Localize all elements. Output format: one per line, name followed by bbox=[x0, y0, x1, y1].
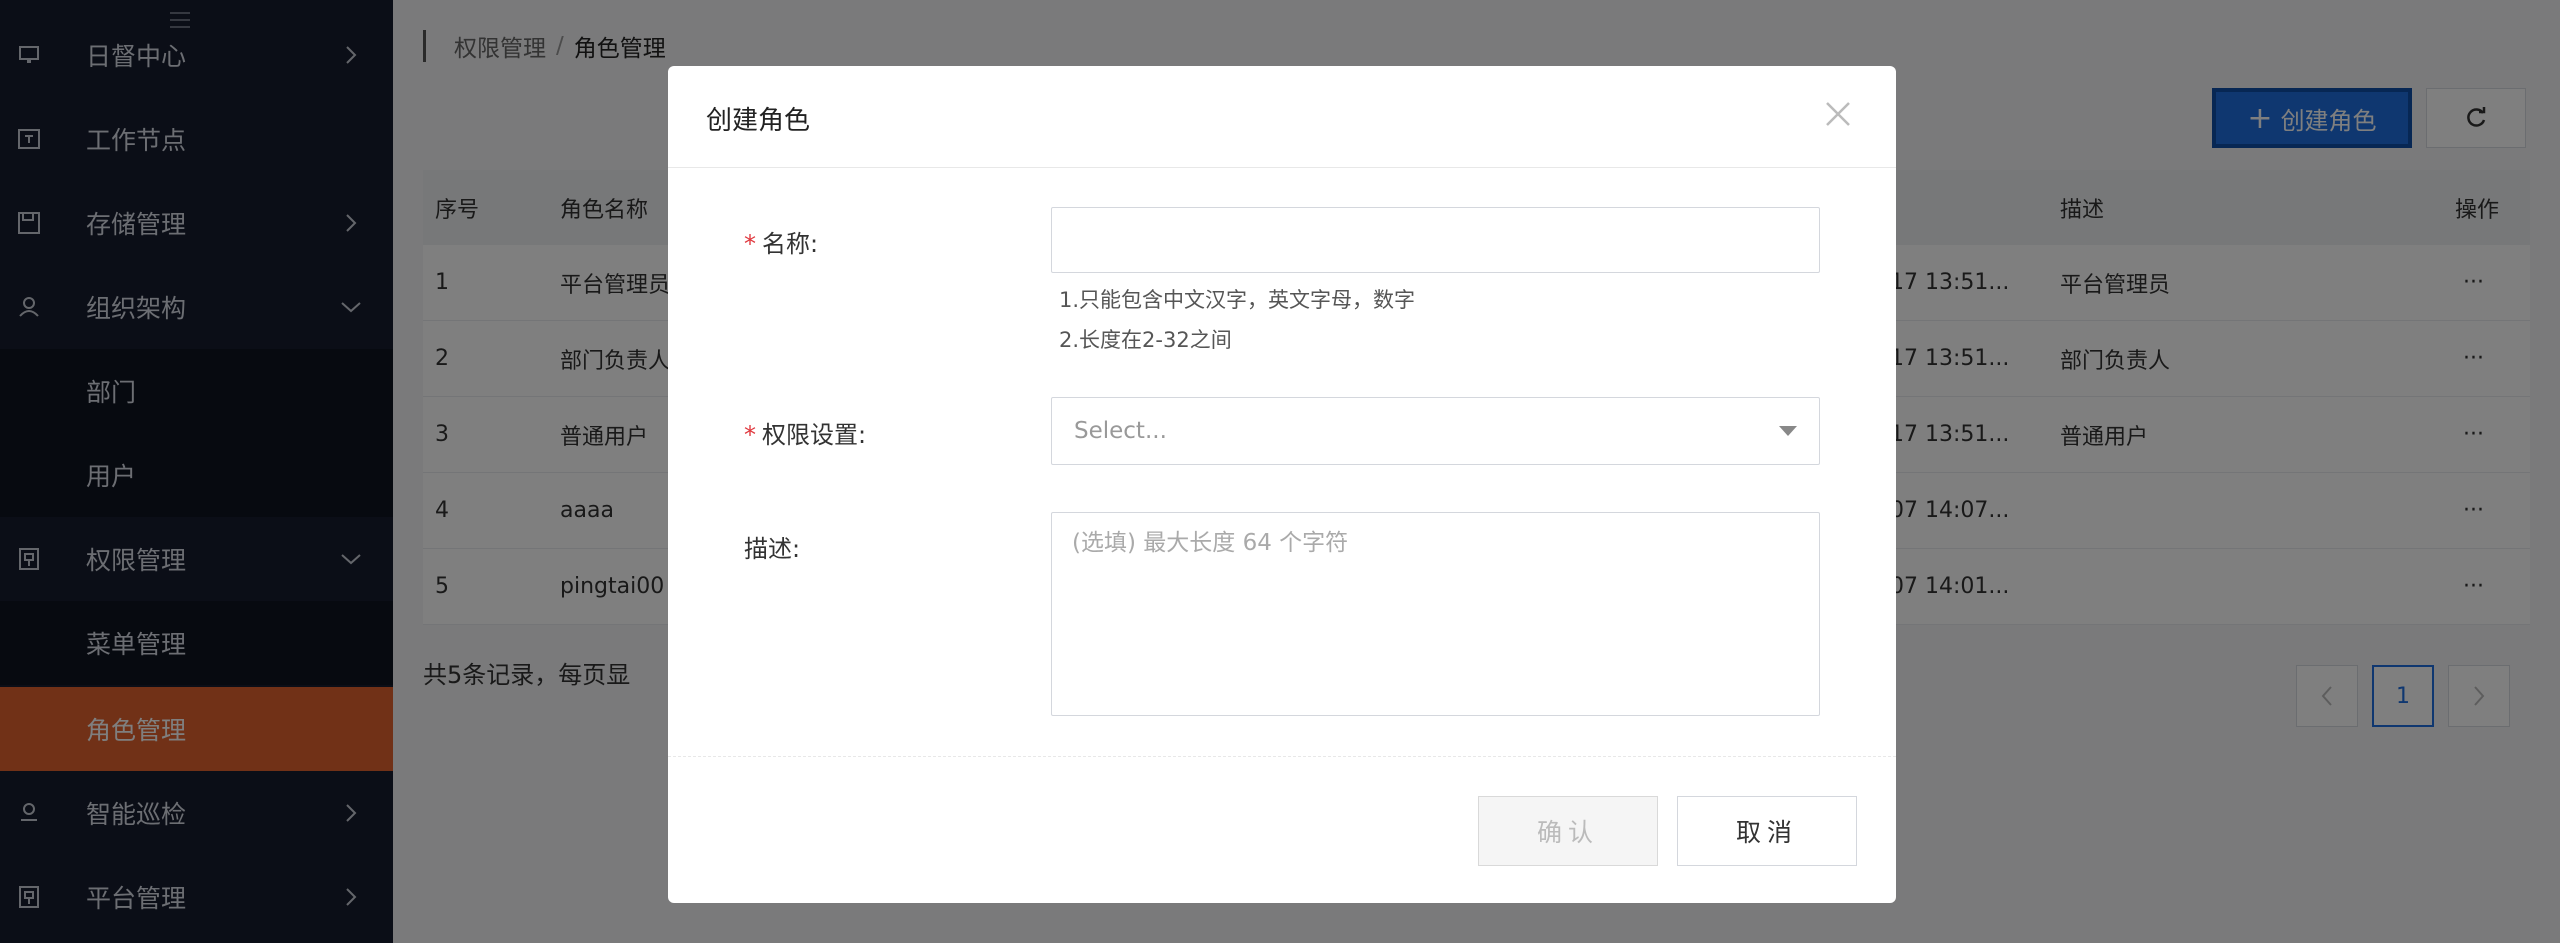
cancel-button[interactable]: 取消 bbox=[1677, 796, 1857, 866]
description-textarea[interactable] bbox=[1051, 512, 1820, 716]
name-hint-2: 2.长度在2-32之间 bbox=[1059, 328, 1232, 352]
description-label: 描述: bbox=[744, 535, 801, 563]
permission-label-text: 权限设置: bbox=[762, 421, 867, 449]
close-icon bbox=[1826, 102, 1850, 126]
caret-down-icon bbox=[1779, 426, 1797, 436]
name-label-text: 名称: bbox=[762, 230, 819, 258]
dialog-title: 创建角色 bbox=[706, 106, 811, 136]
permission-select-placeholder: Select... bbox=[1074, 418, 1167, 444]
required-mark: * bbox=[744, 421, 756, 449]
create-role-dialog: 创建角色 * 名称: 1.只能包含中文汉字，英文字母，数字 2.长度在2-32之间… bbox=[668, 66, 1896, 903]
name-hint-1: 1.只能包含中文汉字，英文字母，数字 bbox=[1059, 288, 1416, 312]
confirm-button[interactable]: 确认 bbox=[1478, 796, 1658, 866]
permission-select[interactable]: Select... bbox=[1051, 397, 1820, 465]
name-input[interactable] bbox=[1051, 207, 1820, 273]
required-mark: * bbox=[744, 230, 756, 258]
close-button[interactable] bbox=[1818, 94, 1858, 134]
dialog-footer-divider bbox=[668, 756, 1896, 757]
dialog-header: 创建角色 bbox=[668, 66, 1896, 168]
name-label: * 名称: bbox=[744, 224, 818, 259]
permission-label: * 权限设置: bbox=[744, 415, 866, 450]
